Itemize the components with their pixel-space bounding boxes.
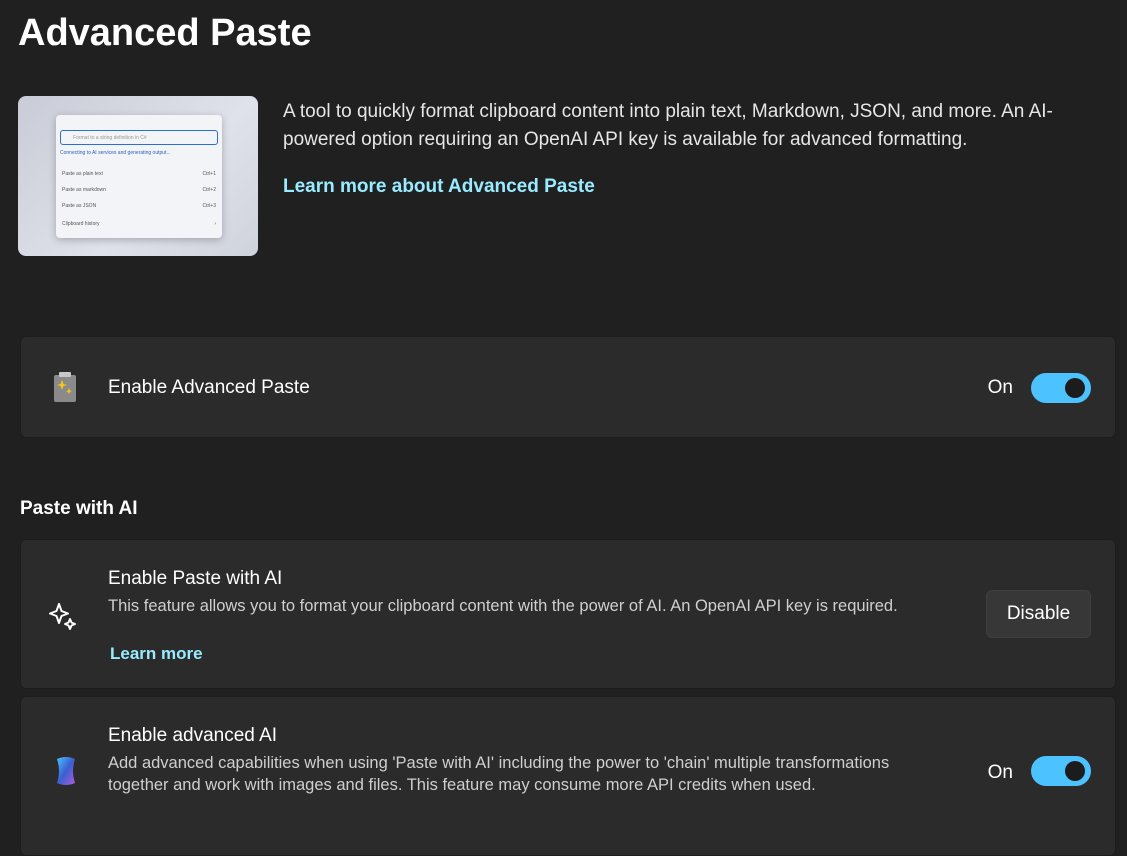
preview-item-shortcut: › xyxy=(214,221,216,227)
learn-more-link[interactable]: Learn more about Advanced Paste xyxy=(283,176,595,198)
preview-item-shortcut: Ctrl+1 xyxy=(202,171,216,177)
sparkle-icon xyxy=(49,603,76,630)
preview-item: Paste as plain text Ctrl+1 xyxy=(62,171,216,177)
section-heading: Paste with AI xyxy=(20,498,138,519)
preview-item-label: Paste as plain text xyxy=(62,171,103,177)
learn-more-link[interactable]: Learn more xyxy=(110,644,203,664)
paste-with-ai-card: Enable Paste with AI This feature allows… xyxy=(20,539,1116,689)
advanced-ai-icon xyxy=(57,757,75,785)
paste-with-ai-description: This feature allows you to format your c… xyxy=(108,597,898,615)
preview-item: Clipboard history › xyxy=(62,221,216,227)
preview-status: Connecting to AI services and generating… xyxy=(60,150,171,156)
advanced-ai-title: Enable advanced AI xyxy=(108,725,278,746)
advanced-ai-description: Add advanced capabilities when using 'Pa… xyxy=(108,754,890,794)
advanced-paste-preview: Format to a string definition in C# Conn… xyxy=(56,115,222,238)
hero-image: Format to a string definition in C# Conn… xyxy=(18,96,258,256)
page-description: A tool to quickly format clipboard conte… xyxy=(283,101,1053,150)
paste-with-ai-title: Enable Paste with AI xyxy=(108,568,283,589)
preview-item-label: Paste as JSON xyxy=(62,203,97,209)
enable-advanced-paste-label: Enable Advanced Paste xyxy=(108,377,310,398)
clipboard-sparkle-icon xyxy=(54,372,76,402)
advanced-ai-card: Enable advanced AI Add advanced capabili… xyxy=(20,696,1116,856)
preview-item-label: Paste as markdown xyxy=(62,187,106,193)
advanced-ai-toggle[interactable] xyxy=(1031,756,1091,786)
enable-advanced-paste-card: Enable Advanced Paste On xyxy=(20,336,1116,438)
page-title: Advanced Paste xyxy=(18,12,312,54)
toggle-state-label: On xyxy=(987,377,1013,398)
preview-item-label: Clipboard history xyxy=(62,221,100,227)
disable-button[interactable]: Disable xyxy=(986,590,1091,638)
toggle-state-label: On xyxy=(987,762,1013,783)
enable-advanced-paste-toggle[interactable] xyxy=(1031,373,1091,403)
preview-item-shortcut: Ctrl+3 xyxy=(202,203,216,209)
preview-item: Paste as markdown Ctrl+2 xyxy=(62,187,216,193)
preview-item: Paste as JSON Ctrl+3 xyxy=(62,203,216,209)
preview-item-shortcut: Ctrl+2 xyxy=(202,187,216,193)
preview-search: Format to a string definition in C# xyxy=(60,130,218,145)
